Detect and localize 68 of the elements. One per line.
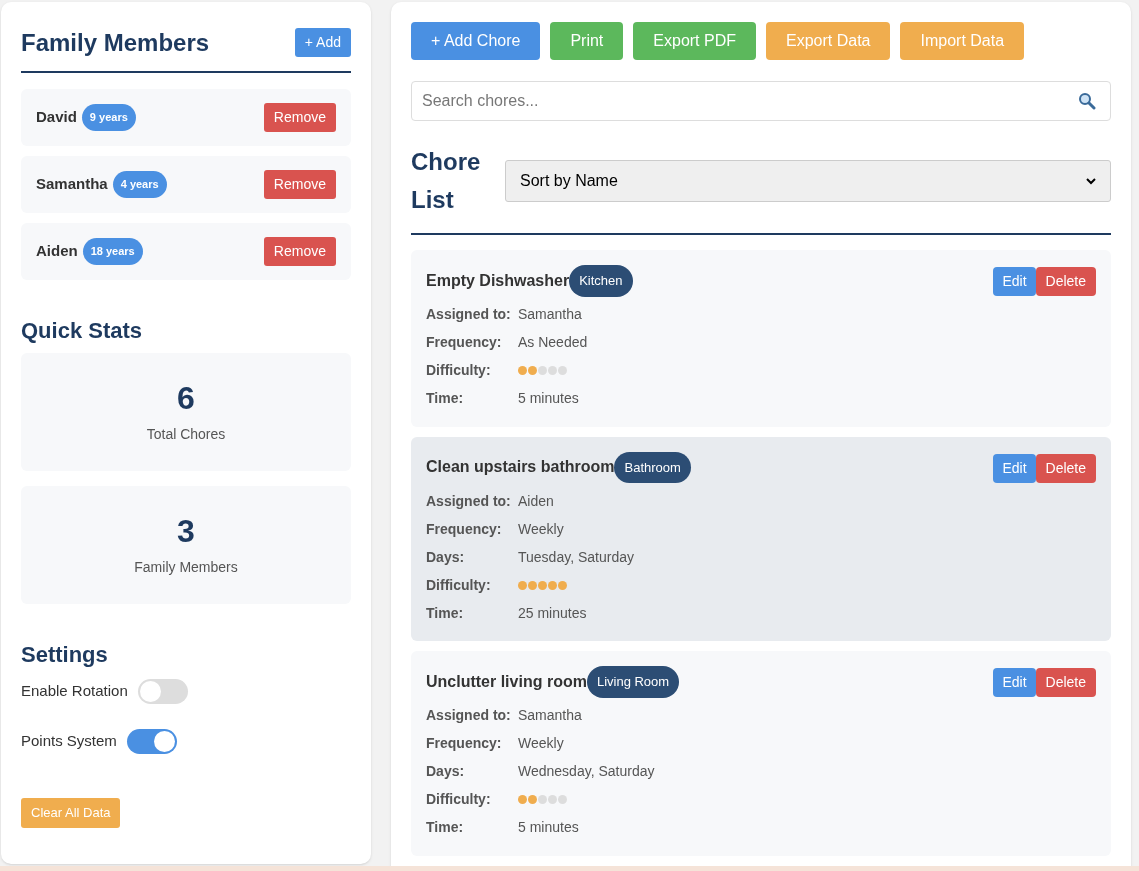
clear-data-button[interactable]: Clear All Data [21,798,121,828]
member-name: David [36,107,77,128]
field-value: As Needed [518,333,588,352]
remove-button[interactable]: Remove [263,170,336,199]
field-value: Samantha [518,706,582,725]
member-name: Samantha [36,174,108,195]
field-label: Time: [426,389,465,408]
section-title: Quick Stats [21,317,144,345]
toolbar-button[interactable]: Export Data [766,22,891,60]
field-label: Frequency: [426,519,503,539]
field-label: Difficulty: [426,575,492,595]
chore-title: Empty Dishwasher [426,270,570,291]
field-label: Days: [426,762,466,781]
chevron-down-icon [1086,177,1096,185]
toolbar-button[interactable]: + Add Chore [411,22,541,60]
stat-label: Family Members [134,557,238,577]
delete-button[interactable]: Delete [1035,267,1096,296]
delete-button[interactable]: Delete [1035,453,1096,483]
field-label: Frequency: [426,333,503,352]
toolbar-button[interactable]: Export PDF [633,22,756,60]
search-icon [1078,92,1096,110]
field-value: Tuesday, Saturday [518,547,634,567]
room-badge: Living Room [586,666,680,698]
field-value: Wednesday, Saturday [518,762,655,781]
search-field[interactable]: Search chores... [411,81,1111,121]
field-label: Assigned to: [426,706,512,725]
age-badge: 9 years [81,104,136,131]
field-value: 25 minutes [518,603,587,623]
edit-button[interactable]: Edit [993,668,1036,697]
field-value: 5 minutes [518,389,579,408]
stat-value: 3 [177,512,195,549]
edit-button[interactable]: Edit [993,453,1036,483]
member-name: Aiden [36,241,78,262]
age-badge: 4 years [112,171,167,198]
setting-label: Enable Rotation [21,681,128,702]
remove-button[interactable]: Remove [263,237,336,266]
toggle-switch[interactable] [137,679,188,704]
field-label: Assigned to: [426,491,512,511]
section-title: Settings [21,641,109,669]
toggle-switch[interactable] [126,729,177,754]
field-value: Aiden [518,491,554,511]
sort-dropdown[interactable]: Sort by Name [505,160,1111,202]
field-label: Difficulty: [426,790,492,809]
section-title: Family Members [21,28,210,57]
field-value: Weekly [518,519,564,539]
chore-title: Clean upstairs bathroom [426,457,615,478]
room-badge: Bathroom [614,451,691,483]
toolbar-button[interactable]: Print [550,22,624,60]
delete-button[interactable]: Delete [1035,668,1096,697]
field-label: Assigned to: [426,305,512,324]
field-label: Time: [426,818,465,837]
room-badge: Kitchen [569,265,633,297]
edit-button[interactable]: Edit [993,267,1036,296]
toolbar-button[interactable]: Import Data [900,22,1025,60]
field-value: 5 minutes [518,818,579,837]
field-value: Samantha [518,305,582,324]
stat-value: 6 [177,379,195,416]
add-member-button[interactable]: + Add [294,28,351,57]
field-value: Weekly [518,734,564,753]
age-badge: 18 years [82,238,143,265]
chore-title: Unclutter living room [426,671,587,692]
setting-label: Points System [21,731,117,752]
field-label: Frequency: [426,734,503,753]
stat-label: Total Chores [146,424,226,444]
field-label: Difficulty: [426,361,492,380]
field-label: Days: [426,547,466,567]
remove-button[interactable]: Remove [263,103,336,132]
field-label: Time: [426,603,465,623]
